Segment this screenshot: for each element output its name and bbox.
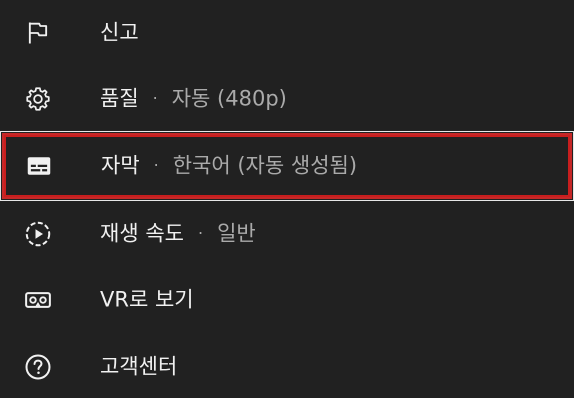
- flag-icon: [23, 18, 53, 48]
- menu-item-value: 자동 (480p): [171, 86, 287, 111]
- menu-item-report[interactable]: 신고: [0, 0, 574, 66]
- menu-item-help[interactable]: 고객센터: [0, 334, 574, 398]
- playback-speed-icon: [23, 219, 53, 249]
- menu-item-vr[interactable]: VR로 보기: [0, 267, 574, 333]
- menu-item-text: 자막 · 한국어 (자동 생성됨): [101, 153, 358, 178]
- menu-item-label: 재생 속도: [100, 221, 184, 246]
- menu-item-text: 재생 속도 · 일반: [100, 221, 256, 246]
- menu-item-text: 품질 · 자동 (480p): [100, 86, 287, 111]
- menu-item-value: 일반: [217, 221, 256, 246]
- menu-item-value: 한국어 (자동 생성됨): [172, 153, 358, 178]
- menu-item-label: 고객센터: [100, 354, 178, 379]
- menu-item-text: 신고: [100, 20, 139, 45]
- menu-item-text: VR로 보기: [100, 287, 194, 312]
- menu-item-label: 품질: [100, 86, 139, 111]
- help-icon: [23, 352, 53, 382]
- menu-item-label: VR로 보기: [100, 287, 194, 312]
- settings-menu: 신고 품질 · 자동 (480p) 자막 · 한국어 (자동 생성됨) 재생 속…: [0, 0, 574, 398]
- menu-item-subtitles[interactable]: 자막 · 한국어 (자동 생성됨): [0, 131, 574, 201]
- menu-item-label: 신고: [100, 20, 139, 45]
- separator-dot: ·: [197, 223, 204, 243]
- vr-headset-icon: [23, 285, 53, 315]
- separator-dot: ·: [153, 155, 159, 175]
- menu-item-quality[interactable]: 품질 · 자동 (480p): [0, 66, 574, 132]
- separator-dot: ·: [152, 88, 158, 108]
- gear-icon: [23, 84, 53, 114]
- menu-item-playback-speed[interactable]: 재생 속도 · 일반: [0, 201, 574, 267]
- captions-icon: [24, 151, 54, 181]
- menu-item-label: 자막: [101, 153, 140, 178]
- menu-item-text: 고객센터: [100, 354, 178, 379]
